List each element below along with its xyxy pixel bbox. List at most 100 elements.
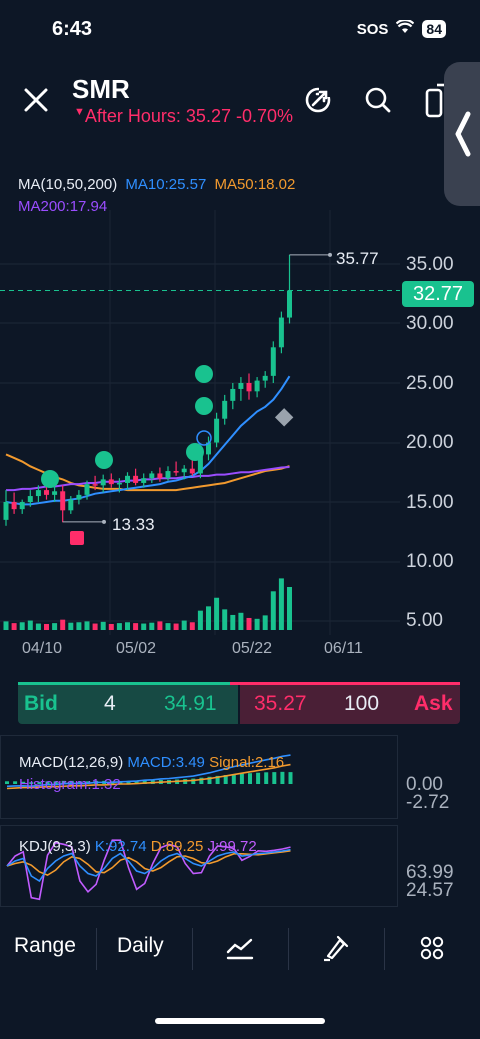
kdj-axis-bottom: 24.57 xyxy=(406,880,454,901)
volume-bar xyxy=(133,623,139,630)
candle-body xyxy=(157,473,163,479)
battery-icon: 84 xyxy=(422,20,446,38)
volume-bar xyxy=(173,623,179,630)
close-icon[interactable] xyxy=(20,84,52,116)
candle-body xyxy=(116,482,122,485)
price-tick: 30.00 xyxy=(406,313,454,334)
candle-body xyxy=(108,479,114,485)
volume-bar xyxy=(35,623,41,630)
price-tick: 15.00 xyxy=(406,492,454,513)
candle-body xyxy=(165,471,171,479)
kdj-panel[interactable]: KDJ(9,3,3) K:92.74 D:89.25 J:99.72 xyxy=(0,825,398,907)
volume-bar xyxy=(214,597,220,630)
macd-hist-bar xyxy=(288,772,293,784)
bid-price: 34.91 xyxy=(164,692,217,715)
candle-body xyxy=(52,491,58,495)
more-grid-icon[interactable] xyxy=(420,936,444,966)
signal-marker xyxy=(195,365,213,383)
macd-hist-bar xyxy=(264,772,269,784)
macd-hist-bar xyxy=(239,773,244,784)
signal-marker xyxy=(186,443,204,461)
signal-marker xyxy=(41,470,59,488)
candle-body xyxy=(133,475,139,483)
macd-hist-bar xyxy=(191,778,196,784)
volume-bar xyxy=(254,618,260,630)
macd-panel[interactable]: MACD(12,26,9) MACD:3.49 Signal:2.16 Hist… xyxy=(0,735,398,819)
candle-body xyxy=(125,475,130,483)
volume-bar xyxy=(52,623,58,630)
after-hours-price: ▼After Hours: 35.27 -0.70% xyxy=(74,106,293,127)
volume-bar xyxy=(60,619,66,630)
price-tick: 10.00 xyxy=(406,551,454,572)
candle-body xyxy=(214,418,220,443)
volume-bar xyxy=(181,620,187,630)
volume-bar xyxy=(287,587,292,630)
page-title: SMR xyxy=(72,74,130,104)
search-icon[interactable] xyxy=(362,84,394,116)
sell-marker xyxy=(70,531,84,545)
volume-bar xyxy=(165,623,171,630)
volume-bar xyxy=(116,623,122,630)
candle-body xyxy=(222,400,228,419)
price-tick: 35.00 xyxy=(406,254,454,275)
volume-bar xyxy=(3,621,9,630)
candle-body xyxy=(11,502,17,510)
ma50-value: MA50:18.02 xyxy=(214,176,296,193)
volume-bar xyxy=(141,623,147,630)
volume-bar xyxy=(157,621,163,630)
price-chart[interactable] xyxy=(0,210,400,635)
volume-bar xyxy=(11,623,17,630)
ma10-value: MA10:25.57 xyxy=(125,176,207,193)
bid-size: 4 xyxy=(104,692,116,715)
candle-body xyxy=(238,383,244,389)
indicator-icon[interactable] xyxy=(226,936,254,966)
volume-bar xyxy=(278,578,284,630)
bid-ask-ratio-line xyxy=(18,682,460,685)
candle-body xyxy=(44,490,49,495)
volume-bar xyxy=(92,623,98,630)
candle-body xyxy=(246,383,252,392)
high-marker-dot xyxy=(328,252,332,257)
candle-body xyxy=(278,317,284,348)
divider xyxy=(96,928,97,970)
ma-params: MA(10,50,200) xyxy=(18,176,118,193)
macd-hist-bar xyxy=(5,781,9,784)
date-tick: 06/11 xyxy=(324,640,363,657)
side-panel-handle[interactable] xyxy=(444,62,480,206)
macd-hist-bar xyxy=(248,773,252,784)
range-button[interactable]: Range xyxy=(14,934,76,958)
share-icon[interactable] xyxy=(302,84,334,116)
macd-histogram: Histogram:1.32 xyxy=(19,776,121,793)
volume-bar xyxy=(27,620,33,630)
macd-hist-bar xyxy=(256,772,261,784)
signal-marker xyxy=(195,397,213,415)
candle-body xyxy=(35,490,41,497)
period-daily-button[interactable]: Daily xyxy=(117,934,164,958)
candle-body xyxy=(68,499,74,511)
ask-size: 100 xyxy=(344,692,380,715)
macd-legend: MACD(12,26,9) MACD:3.49 Signal:2.16 xyxy=(19,754,284,771)
volume-bar xyxy=(222,609,228,630)
volume-bar xyxy=(189,622,195,630)
volume-bar xyxy=(270,591,276,630)
volume-bar xyxy=(108,623,114,630)
volume-bar xyxy=(206,606,211,630)
wifi-icon xyxy=(396,18,415,38)
kdj-params: KDJ(9,3,3) xyxy=(19,838,91,855)
macd-params: MACD(12,26,9) xyxy=(19,754,124,771)
after-hours-text: After Hours: 35.27 -0.70% xyxy=(84,106,293,126)
macd-value: MACD:3.49 xyxy=(127,754,205,771)
volume-bar xyxy=(238,612,244,630)
price-tick: 5.00 xyxy=(406,610,443,631)
kdj-k: K:92.74 xyxy=(94,838,147,855)
ma-legend: MA(10,50,200) MA10:25.57 MA50:18.02 xyxy=(18,176,295,193)
signal-marker xyxy=(95,451,113,469)
low-marker-dot xyxy=(102,519,106,524)
volume-bar xyxy=(262,615,268,630)
candle-body xyxy=(287,290,292,318)
macd-hist-bar xyxy=(272,772,277,784)
draw-pen-icon[interactable] xyxy=(322,934,350,968)
volume-bar xyxy=(19,622,25,630)
macd-signal: Signal:2.16 xyxy=(209,754,285,771)
status-time: 6:43 xyxy=(52,18,93,40)
